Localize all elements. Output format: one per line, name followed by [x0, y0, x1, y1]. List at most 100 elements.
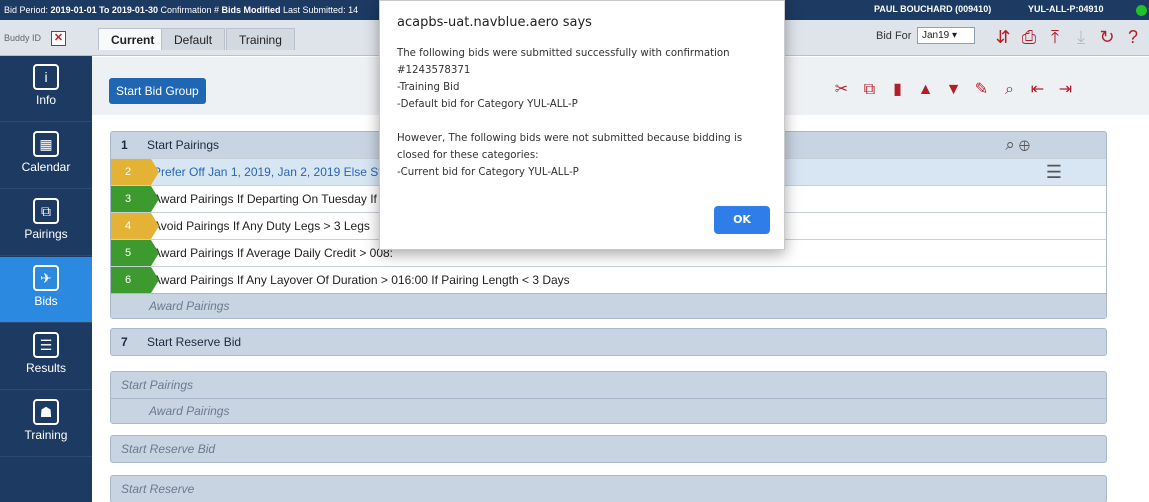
dialog-line: closed for these categories: — [397, 150, 539, 161]
online-status-icon — [1136, 5, 1147, 16]
move-down-icon[interactable]: ▼ — [942, 79, 965, 101]
dialog-line: -Default bid for Category YUL-ALL-P — [397, 99, 578, 110]
refresh-icon[interactable]: ↻ — [1097, 26, 1117, 48]
template-group-start-pairings: Start Pairings Award Pairings — [110, 371, 1107, 424]
group-title: Start Reserve Bid — [147, 335, 242, 349]
app-window: Bid Period: 2019-01-01 To 2019-01-30 Con… — [0, 0, 1149, 502]
line-number: 4 — [111, 213, 159, 239]
tab-training-label: Training — [239, 33, 282, 47]
start-bid-group-button[interactable]: Start Bid Group — [109, 78, 206, 104]
download-icon[interactable]: ⤓ — [1071, 26, 1091, 48]
tab-default-label: Default — [174, 33, 213, 47]
template-group-start-reserve-bid: Start Reserve Bid — [110, 435, 1107, 463]
period-label: Bid Period: — [4, 5, 49, 15]
bids-icon: ✈ — [33, 265, 59, 291]
indent-icon[interactable]: ⇥ — [1054, 79, 1077, 101]
group-header[interactable]: Start Reserve Bid — [111, 436, 1106, 462]
group-header[interactable]: Start Pairings — [111, 372, 1106, 398]
sidebar-item-label: Training — [24, 428, 68, 442]
sidebar: i Info ▦ Calendar ⧉ Pairings ✈ Bids ☰ Re… — [0, 56, 92, 502]
toolbar-icons: ⇵ ⎙ ⤒ ⤓ ↻ ? ⇥ — [993, 26, 1149, 48]
results-icon: ☰ — [33, 332, 59, 358]
tab-current[interactable]: Current — [98, 28, 168, 50]
outdent-icon[interactable]: ⇤ — [1026, 79, 1049, 101]
bid-line-text: Avoid Pairings If Any Duty Legs > 3 Legs — [153, 219, 370, 233]
sidebar-item-calendar[interactable]: ▦ Calendar — [0, 123, 92, 189]
tab-default[interactable]: Default — [161, 28, 226, 50]
info-icon: i — [33, 64, 59, 90]
dialog-line: The following bids were submitted succes… — [397, 48, 730, 59]
group-footer[interactable]: Award Pairings — [111, 293, 1106, 318]
bid-line-text: Prefer Off Jan 1, 2019, Jan 2, 2019 Else… — [153, 165, 396, 179]
group-footer[interactable]: Award Pairings — [111, 398, 1106, 423]
group-title: Start Pairings — [147, 138, 220, 152]
tab-current-label: Current — [111, 33, 155, 47]
bid-status: Bids Modified — [221, 5, 281, 15]
export-icon[interactable]: ⇵ — [993, 26, 1013, 48]
training-icon: ☗ — [33, 399, 59, 425]
bid-line-text: Award Pairings If Average Daily Credit >… — [153, 246, 394, 260]
group-header[interactable]: 7 Start Reserve Bid — [111, 329, 1106, 355]
sidebar-item-label: Info — [35, 93, 56, 107]
dialog-message: The following bids were submitted succes… — [397, 45, 777, 181]
line-number: 2 — [111, 159, 159, 185]
bid-for-label: Bid For — [876, 30, 912, 42]
dialog-line: -Training Bid — [397, 82, 460, 93]
move-up-icon[interactable]: ▲ — [914, 79, 937, 101]
line-number: 3 — [111, 186, 159, 212]
sidebar-item-training[interactable]: ☗ Training — [0, 391, 92, 457]
group-header[interactable]: Start Reserve — [111, 476, 1106, 502]
sidebar-item-results[interactable]: ☰ Results — [0, 324, 92, 390]
period-value: 2019-01-01 To 2019-01-30 — [50, 5, 158, 15]
dialog-line: However, The following bids were not sub… — [397, 133, 743, 144]
buddy-id: Buddy ID ✕ — [0, 28, 92, 48]
delete-icon[interactable]: ▮ — [886, 79, 909, 101]
sidebar-item-label: Results — [25, 361, 66, 375]
cut-icon[interactable]: ✂ — [830, 79, 853, 101]
line-number: 1 — [121, 138, 128, 152]
bid-line-text: Award Pairings If Departing On Tuesday I… — [153, 192, 395, 206]
bid-for-value: Jan19 — [922, 30, 950, 41]
menu-icon[interactable]: ☰ — [1046, 162, 1062, 183]
sidebar-item-label: Pairings — [24, 227, 68, 241]
calendar-icon: ▦ — [33, 131, 59, 157]
sidebar-item-pairings[interactable]: ⧉ Pairings — [0, 190, 92, 256]
bid-group-start-reserve-bid: 7 Start Reserve Bid — [110, 328, 1107, 356]
tab-training[interactable]: Training — [226, 28, 295, 50]
category-code: YUL-ALL-P:04910 — [1028, 4, 1104, 14]
dialog-line: #1243578371 — [397, 65, 471, 76]
dialog-line — [397, 113, 777, 130]
search-icon[interactable]: ⌕ — [1005, 135, 1019, 154]
help-icon[interactable]: ? — [1123, 26, 1143, 48]
line-number: 6 — [111, 267, 159, 293]
buddy-id-label: Buddy ID — [4, 33, 42, 43]
preview-icon[interactable]: ⌕ — [998, 79, 1021, 101]
sidebar-item-info[interactable]: i Info — [0, 56, 92, 122]
group-tools: ⌕⊕ — [1005, 135, 1034, 155]
sidebar-item-label: Calendar — [21, 160, 71, 174]
bid-for-select[interactable]: Jan19 ▾ — [917, 27, 975, 44]
line-number: 7 — [121, 335, 128, 349]
template-group-start-reserve: Start Reserve — [110, 475, 1107, 502]
print-icon[interactable]: ⎙ — [1019, 26, 1039, 48]
dialog-title: acapbs-uat.navblue.aero says — [397, 15, 592, 30]
copy-icon[interactable]: ⧉ — [858, 79, 881, 101]
close-icon[interactable]: ✕ — [51, 30, 67, 46]
line-number: 5 — [111, 240, 159, 266]
bid-period-info: Bid Period: 2019-01-01 To 2019-01-30 Con… — [0, 5, 380, 15]
last-submitted: Last Submitted: 14 — [283, 5, 359, 15]
dialog-line: -Current bid for Category YUL-ALL-P — [397, 167, 579, 178]
confirmation-label: Confirmation # — [160, 5, 219, 15]
alert-dialog: acapbs-uat.navblue.aero says The followi… — [379, 0, 785, 250]
sidebar-item-label: Bids — [34, 294, 58, 308]
bid-line[interactable]: 6 Award Pairings If Any Layover Of Durat… — [111, 266, 1106, 293]
upload-icon[interactable]: ⤒ — [1045, 26, 1065, 48]
ok-button[interactable]: OK — [714, 206, 770, 234]
bid-line-text: Award Pairings If Any Layover Of Duratio… — [153, 273, 570, 287]
add-icon[interactable]: ⊕ — [1019, 135, 1034, 154]
edit-icon[interactable]: ✎ — [970, 79, 993, 101]
pairings-icon: ⧉ — [33, 198, 59, 224]
user-name: PAUL BOUCHARD (009410) — [874, 4, 992, 14]
sidebar-item-bids[interactable]: ✈ Bids — [0, 257, 92, 323]
bid-actions: ✂ ⧉ ▮ ▲ ▼ ✎ ⌕ ⇤ ⇥ — [830, 79, 1077, 101]
